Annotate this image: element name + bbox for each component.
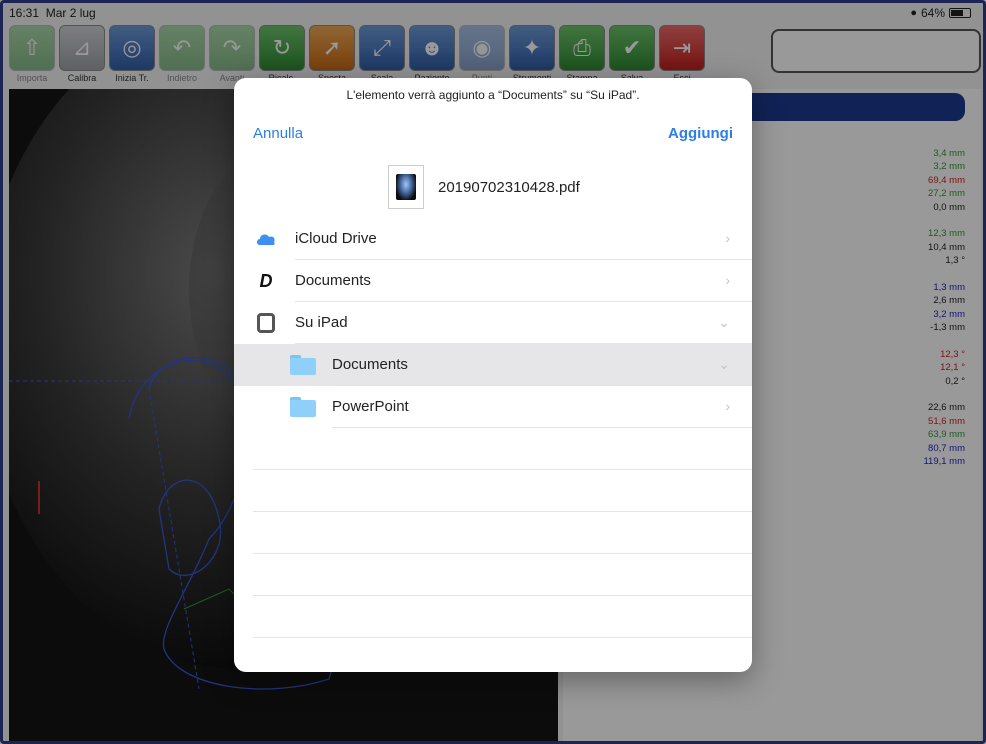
chevron-right-icon: › [725,272,730,288]
save-to-files-sheet: L'elemento verrà aggiunto a “Documents” … [234,78,752,672]
location-list: iCloud Drive › D Documents › Su iPad ⌄ Document… [234,218,752,672]
empty-row [234,554,752,596]
location-item-label: iCloud Drive [295,230,377,247]
add-button[interactable]: Aggiungi [668,125,733,142]
file-info: 20190702310428.pdf [388,165,580,209]
ipad-icon [255,312,277,334]
destination-message: L'elemento verrà aggiunto a “Documents” … [346,88,640,102]
folder-icon [290,354,316,376]
documents-app-icon: D [259,270,273,291]
chevron-down-icon: ⌄ [718,356,730,372]
location-item[interactable]: PowerPoint › [234,386,752,428]
location-item-label: PowerPoint [332,398,409,415]
location-item-label: Documents [295,272,371,289]
file-name: 20190702310428.pdf [438,178,580,196]
empty-row [234,470,752,512]
pdf-thumbnail [388,165,424,209]
empty-row [234,512,752,554]
folder-icon [290,396,316,418]
location-item[interactable]: iCloud Drive › [234,218,752,260]
empty-row [234,638,752,672]
empty-row [234,596,752,638]
chevron-down-icon: ⌄ [718,314,730,330]
location-item[interactable]: Documents ⌄ [234,344,752,386]
location-item[interactable]: D Documents › [234,260,752,302]
location-item-label: Su iPad [295,314,348,331]
location-item-label: Documents [332,356,408,373]
chevron-right-icon: › [725,230,730,246]
empty-row [234,428,752,470]
icloud-icon [255,228,277,250]
location-item[interactable]: Su iPad ⌄ [234,302,752,344]
chevron-right-icon: › [725,398,730,414]
cancel-button[interactable]: Annulla [253,125,303,142]
